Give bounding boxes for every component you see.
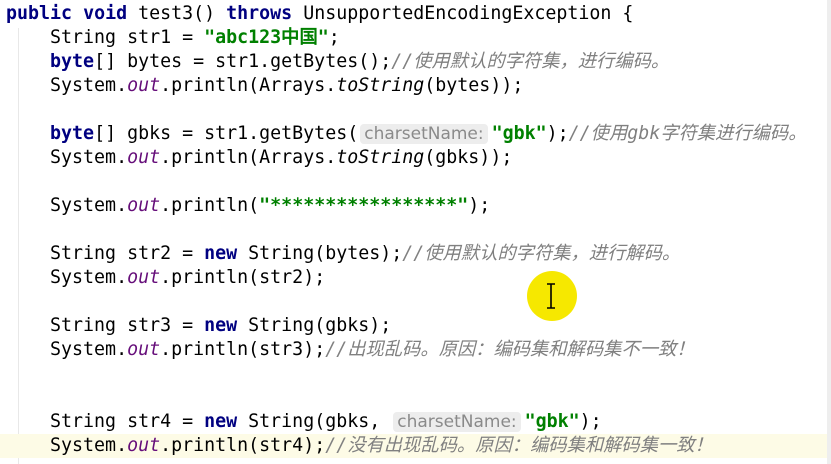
code-comment: //出现乱码。原因：编码集和解码集不一致！ bbox=[325, 339, 695, 360]
static-method-ref: toString bbox=[336, 147, 425, 168]
keyword: byte bbox=[50, 123, 95, 144]
code-text: String str3 = bbox=[50, 315, 205, 336]
code-text: ; bbox=[328, 27, 340, 48]
code-text: test3() bbox=[127, 3, 227, 24]
editor-scrollbar-track[interactable] bbox=[827, 0, 831, 464]
code-text: System. bbox=[50, 75, 128, 96]
code-text: .println( bbox=[160, 195, 260, 216]
field-ref: out bbox=[127, 147, 161, 168]
field-ref: out bbox=[127, 339, 161, 360]
code-text: .println(str2); bbox=[160, 267, 326, 288]
code-text: (bytes)); bbox=[424, 75, 524, 96]
text-cursor-icon bbox=[547, 283, 555, 309]
code-line[interactable]: String str1 = "abc123中国"; bbox=[0, 26, 831, 50]
code-text: System. bbox=[50, 339, 128, 360]
code-text: String(gbks, bbox=[237, 411, 392, 432]
code-comment: //使用gbk字符集进行编码。 bbox=[568, 123, 807, 144]
code-text: System. bbox=[50, 195, 128, 216]
code-text: ); bbox=[468, 195, 491, 216]
code-line[interactable]: String str4 = new String(gbks, charsetNa… bbox=[0, 410, 831, 434]
code-text: String str4 = bbox=[50, 411, 205, 432]
code-line[interactable]: byte[] gbks = str1.getBytes(charsetName:… bbox=[0, 122, 831, 146]
code-text: System. bbox=[50, 147, 128, 168]
code-text: String(gbks); bbox=[237, 315, 392, 336]
code-comment: //使用默认的字符集，进行解码。 bbox=[402, 243, 681, 264]
code-text: [] gbks = str1.getBytes( bbox=[94, 123, 359, 144]
string-literal: "*****************" bbox=[259, 195, 469, 216]
field-ref: out bbox=[127, 195, 161, 216]
code-text: .println(str3); bbox=[160, 339, 326, 360]
keyword: byte bbox=[50, 51, 95, 72]
code-comment: //使用默认的字符集，进行编码。 bbox=[391, 51, 670, 72]
code-text: System. bbox=[50, 267, 128, 288]
code-line[interactable]: public void test3() throws UnsupportedEn… bbox=[0, 2, 831, 26]
code-line[interactable]: System.out.println(Arrays.toString(gbks)… bbox=[0, 146, 831, 170]
field-ref: out bbox=[127, 267, 161, 288]
code-line[interactable]: System.out.println(Arrays.toString(bytes… bbox=[0, 74, 831, 98]
code-text: .println(str4); bbox=[160, 435, 326, 456]
code-text: [] bytes = str1.getBytes(); bbox=[94, 51, 392, 72]
keyword: new bbox=[204, 411, 238, 432]
static-method-ref: toString bbox=[336, 75, 425, 96]
code-line[interactable] bbox=[0, 290, 831, 314]
code-editor[interactable]: public void test3() throws UnsupportedEn… bbox=[0, 0, 831, 464]
code-line[interactable] bbox=[0, 386, 831, 410]
code-text: (gbks)); bbox=[424, 147, 513, 168]
code-line[interactable] bbox=[0, 218, 831, 242]
code-line[interactable]: String str3 = new String(gbks); bbox=[0, 314, 831, 338]
code-text: String str2 = bbox=[50, 243, 205, 264]
code-text: String str1 = bbox=[50, 27, 205, 48]
code-line[interactable] bbox=[0, 362, 831, 386]
code-text: ); bbox=[579, 411, 602, 432]
code-line[interactable] bbox=[0, 98, 831, 122]
parameter-hint: charsetName: bbox=[360, 124, 488, 144]
code-text: ); bbox=[546, 123, 569, 144]
code-text: UnsupportedEncodingException { bbox=[292, 3, 634, 24]
string-literal: "abc123中国" bbox=[204, 27, 329, 48]
keyword: throws bbox=[226, 3, 293, 24]
code-line[interactable]: String str2 = new String(bytes);//使用默认的字… bbox=[0, 242, 831, 266]
keyword: new bbox=[204, 243, 238, 264]
code-line[interactable]: System.out.println(str3);//出现乱码。原因：编码集和解… bbox=[0, 338, 831, 362]
code-line[interactable]: System.out.println(str2); bbox=[0, 266, 831, 290]
code-line-current[interactable]: System.out.println(str4);//没有出现乱码。原因：编码集… bbox=[0, 434, 831, 458]
code-text: .println(Arrays. bbox=[160, 75, 337, 96]
code-text: .println(Arrays. bbox=[160, 147, 337, 168]
code-line[interactable] bbox=[0, 170, 831, 194]
field-ref: out bbox=[127, 435, 161, 456]
field-ref: out bbox=[127, 75, 161, 96]
code-text: String(bytes); bbox=[237, 243, 403, 264]
parameter-hint: charsetName: bbox=[393, 412, 521, 432]
string-literal: "gbk" bbox=[524, 411, 580, 432]
code-text: System. bbox=[50, 435, 128, 456]
string-literal: "gbk" bbox=[491, 123, 547, 144]
keyword: new bbox=[204, 315, 238, 336]
code-line[interactable]: System.out.println("*****************"); bbox=[0, 194, 831, 218]
keyword: void bbox=[83, 3, 128, 24]
code-line[interactable]: byte[] bytes = str1.getBytes();//使用默认的字符… bbox=[0, 50, 831, 74]
keyword: public bbox=[6, 3, 73, 24]
code-comment: //没有出现乱码。原因：编码集和解码集一致！ bbox=[325, 435, 713, 456]
